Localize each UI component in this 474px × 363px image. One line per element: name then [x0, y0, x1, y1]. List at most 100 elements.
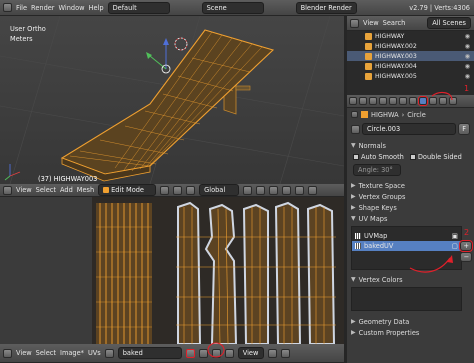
screen-layout-selector[interactable]: Default [107, 1, 170, 14]
double-sided-checkbox[interactable]: Double Sided [409, 153, 462, 161]
mesh-browse-icon[interactable] [351, 124, 360, 134]
outliner-header: View Search All Scenes [347, 16, 474, 31]
pin-icon[interactable] [351, 111, 358, 118]
manipulator-icon[interactable] [186, 185, 196, 195]
camera-render-icon[interactable]: ▣ [452, 232, 458, 240]
angle-field[interactable]: Angle: 30° [353, 164, 401, 176]
panel-uv-maps-header[interactable]: ▼ UV Maps [347, 213, 474, 224]
visibility-icon[interactable]: ◉ [465, 63, 470, 70]
menu-select[interactable]: Select [36, 349, 56, 357]
material-tab-icon[interactable] [429, 97, 437, 105]
outliner-row-selected[interactable]: HIGHWAY.003 ◉ [347, 51, 474, 61]
panel-texture-space-header[interactable]: ▶ Texture Space [347, 180, 474, 191]
object-tab-icon[interactable] [389, 97, 397, 105]
visibility-icon[interactable]: ◉ [465, 53, 470, 60]
pivot-point-icon[interactable] [173, 185, 183, 195]
texture-tab-icon[interactable] [439, 97, 447, 105]
outliner-row[interactable]: HIGHWAY ◉ [347, 31, 474, 41]
visibility-icon[interactable]: ◉ [465, 43, 470, 50]
uv-map-row[interactable]: UVMap ▣ [352, 231, 461, 241]
menu-uvs[interactable]: UVs [88, 349, 101, 357]
panel-vertex-groups-header[interactable]: ▶ Vertex Groups [347, 191, 474, 202]
visibility-icon[interactable]: ◉ [465, 33, 470, 40]
mode-selector[interactable]: Edit Mode [98, 184, 157, 196]
select-mode-vertex-icon[interactable] [256, 185, 266, 195]
image-browse-icon[interactable] [104, 348, 114, 358]
editor-type-icon[interactable] [3, 348, 12, 358]
view-selector[interactable]: View [237, 347, 264, 359]
render-layers-tab-icon[interactable] [359, 97, 367, 105]
menu-image[interactable]: Image* [60, 349, 84, 357]
panel-shape-keys-header[interactable]: ▶ Shape Keys [347, 202, 474, 213]
panel-title: Vertex Colors [358, 275, 403, 284]
outliner-menu-search[interactable]: Search [383, 19, 406, 27]
scene-selector[interactable]: Scene [201, 1, 264, 14]
particles-tab-icon[interactable] [449, 97, 457, 105]
uv-snap-icon[interactable] [280, 348, 290, 358]
auto-smooth-checkbox[interactable]: Auto Smooth [353, 153, 404, 161]
remove-uv-map-button[interactable]: − [460, 252, 472, 262]
render-engine-selector[interactable]: Blender Render [295, 1, 357, 14]
menu-render[interactable]: Render [31, 4, 54, 12]
menu-mesh[interactable]: Mesh [77, 186, 94, 194]
view-name-label: User Ortho [10, 25, 46, 33]
camera-render-icon[interactable]: ▢ [452, 242, 458, 250]
constraints-tab-icon[interactable] [399, 97, 407, 105]
uv-sync-icon[interactable] [267, 348, 277, 358]
datablock-row: Circle.003 F [347, 121, 474, 137]
new-image-icon[interactable] [185, 348, 195, 358]
modifiers-tab-icon[interactable] [409, 97, 417, 105]
viewport-shading-icon[interactable] [160, 185, 170, 195]
open-image-icon[interactable] [198, 348, 208, 358]
panel-vertex-colors-header[interactable]: ▼ Vertex Colors [347, 274, 474, 285]
add-uv-map-button[interactable]: + [459, 240, 473, 252]
scene-tab-icon[interactable] [369, 97, 377, 105]
outliner-filter-selector[interactable]: All Scenes [427, 17, 471, 29]
layer-buttons-icon[interactable] [243, 185, 253, 195]
menu-add[interactable]: Add [60, 186, 73, 194]
world-tab-icon[interactable] [379, 97, 387, 105]
image-name-field[interactable]: baked [117, 347, 182, 359]
3d-viewport[interactable]: User Ortho Meters (37) HIGHWAY003 [0, 16, 344, 184]
menu-view[interactable]: View [16, 349, 32, 357]
menu-file[interactable]: File [16, 4, 27, 12]
select-mode-face-icon[interactable] [282, 185, 292, 195]
object-icon [361, 111, 368, 118]
mesh-data-tab-icon[interactable] [418, 96, 428, 106]
transform-orientation-selector[interactable]: Global [199, 184, 240, 196]
panel-geometry-data-header[interactable]: ▶ Geometry Data [347, 316, 474, 327]
uv-map-row-selected[interactable]: bakedUV ▢ [352, 241, 461, 251]
mesh-name-field[interactable]: Circle.003 [362, 123, 457, 135]
uv-image-editor[interactable] [0, 197, 344, 344]
select-mode-edge-icon[interactable] [269, 185, 279, 195]
uv-select-mode-icon[interactable] [224, 348, 234, 358]
properties-breadcrumb: HIGHWA › Circle [347, 108, 474, 121]
proportional-edit-icon[interactable] [295, 185, 305, 195]
visibility-icon[interactable]: ◉ [465, 73, 470, 80]
outliner-row[interactable]: HIGHWAY.004 ◉ [347, 61, 474, 71]
panel-normals-header[interactable]: ▼ Normals [347, 140, 474, 151]
uv-maps-list: UVMap ▣ bakedUV ▢ [351, 226, 462, 270]
active-object-label: (37) HIGHWAY003 [38, 175, 98, 183]
editor-type-icon[interactable] [3, 185, 12, 195]
menu-window[interactable]: Window [59, 4, 85, 12]
outliner-item-name: HIGHWAY.003 [375, 52, 417, 60]
outliner-row[interactable]: HIGHWAY.002 ◉ [347, 41, 474, 51]
vertex-colors-list [351, 287, 462, 311]
editor-type-icon[interactable] [3, 3, 12, 12]
breadcrumb-mesh: Circle [407, 110, 426, 119]
pin-icon[interactable] [211, 348, 221, 358]
expand-down-icon: ▼ [351, 215, 356, 222]
snap-icon[interactable] [308, 185, 318, 195]
fake-user-button[interactable]: F [458, 123, 470, 135]
editor-type-icon[interactable] [350, 18, 359, 28]
menu-view[interactable]: View [16, 186, 32, 194]
outliner-menu-view[interactable]: View [363, 19, 379, 27]
expand-right-icon: ▶ [351, 193, 356, 200]
panel-custom-properties-header[interactable]: ▶ Custom Properties [347, 327, 474, 338]
render-tab-icon[interactable] [349, 97, 357, 105]
view3d-header: View Select Add Mesh Edit Mode Global [0, 184, 344, 197]
menu-help[interactable]: Help [89, 4, 104, 12]
outliner-row[interactable]: HIGHWAY.005 ◉ [347, 71, 474, 81]
menu-select[interactable]: Select [36, 186, 56, 194]
